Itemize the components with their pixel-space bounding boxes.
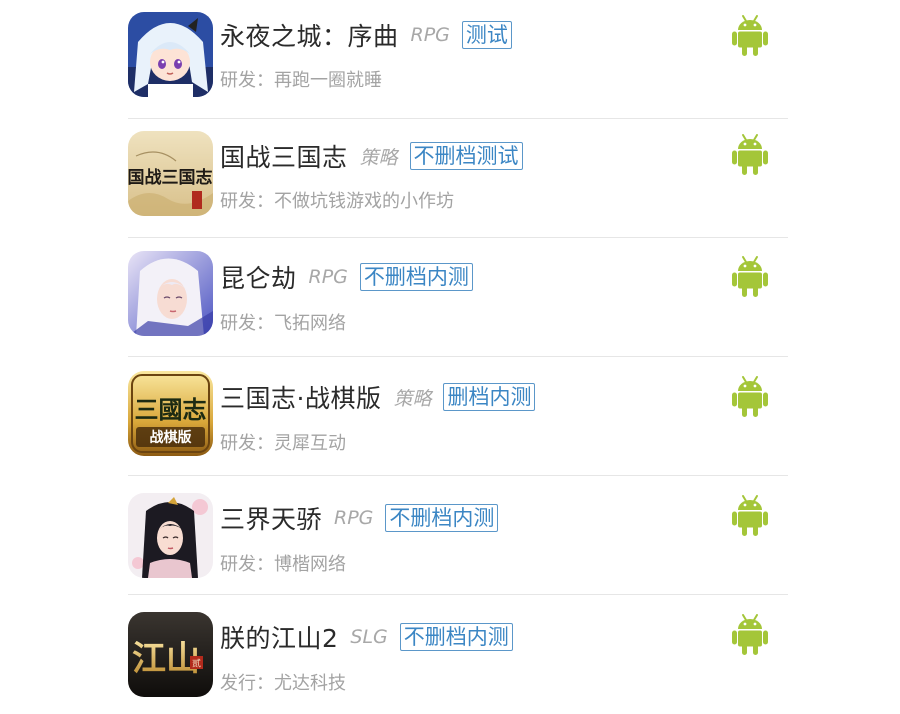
test-tag: 不删档内测 <box>385 504 499 532</box>
test-tag: 删档内测 <box>443 383 536 411</box>
android-download-icon[interactable] <box>732 14 768 56</box>
game-genre: RPG <box>334 507 374 529</box>
calligraphy-icon[interactable]: 国战三国志 <box>128 131 213 216</box>
title-line: 国战三国志 策略 不删档测试 <box>220 139 523 173</box>
svg-text:国战三国志: 国战三国志 <box>128 167 213 188</box>
developer-text: 研发：博楷网络 <box>220 554 346 575</box>
title-line: 三国志·战棋版 策略 删档内测 <box>220 379 536 415</box>
svg-text:贰: 贰 <box>192 658 201 670</box>
game-name[interactable]: 永夜之城：序曲 <box>220 17 399 53</box>
android-download-icon[interactable] <box>732 255 768 297</box>
title-line: 昆仑劫 RPG 不删档内测 <box>220 260 473 294</box>
list-item[interactable]: 三國志 战棋版 三国志·战棋版 策略 删档内测 研发：灵犀互动 <box>128 357 788 476</box>
android-download-icon[interactable] <box>732 133 768 175</box>
game-genre: RPG <box>410 24 450 46</box>
fairy-portrait-icon[interactable] <box>128 251 213 336</box>
game-name[interactable]: 三界天骄 <box>220 500 322 536</box>
jiangshan-calligraphy-icon[interactable]: 江山 贰 <box>128 612 213 697</box>
developer-text: 研发：不做坑钱游戏的小作坊 <box>220 191 454 212</box>
test-tag: 不删档测试 <box>409 142 523 170</box>
title-line: 朕的江山2 SLG 不删档内测 <box>220 620 513 654</box>
game-name[interactable]: 三国志·战棋版 <box>220 379 381 415</box>
anime-girl-icon[interactable] <box>128 12 213 97</box>
list-item[interactable]: 江山 贰 朕的江山2 SLG 不删档内测 发行：尤达科技 <box>128 595 788 714</box>
android-download-icon[interactable] <box>732 613 768 655</box>
game-genre: 策略 <box>359 146 398 169</box>
svg-text:战棋版: 战棋版 <box>150 429 192 446</box>
list-item[interactable]: 国战三国志 国战三国志 策略 不删档测试 研发：不做坑钱游戏的小作坊 <box>128 119 788 238</box>
title-line: 永夜之城：序曲 RPG 测试 <box>220 18 512 52</box>
title-line: 三界天骄 RPG 不删档内测 <box>220 500 499 536</box>
game-name[interactable]: 国战三国志 <box>220 138 348 174</box>
android-download-icon[interactable] <box>732 375 768 417</box>
developer-text: 发行：尤达科技 <box>220 673 346 694</box>
test-tag: 不删档内测 <box>359 263 473 291</box>
game-list: 永夜之城：序曲 RPG 测试 研发：再跑一圈就睡 国战三国志 国战三国志 策略 … <box>128 0 788 714</box>
game-genre: 策略 <box>393 387 432 410</box>
game-genre: SLG <box>350 626 388 648</box>
list-item[interactable]: 三界天骄 RPG 不删档内测 研发：博楷网络 <box>128 476 788 595</box>
game-name[interactable]: 朕的江山2 <box>220 619 338 655</box>
android-download-icon[interactable] <box>732 494 768 536</box>
svg-text:江山: 江山 <box>132 639 200 679</box>
sanguozhi-logo-icon[interactable]: 三國志 战棋版 <box>128 371 213 456</box>
game-name[interactable]: 昆仑劫 <box>220 259 297 295</box>
game-genre: RPG <box>308 266 348 288</box>
developer-text: 研发：再跑一圈就睡 <box>220 70 382 91</box>
list-item[interactable]: 昆仑劫 RPG 不删档内测 研发：飞拓网络 <box>128 238 788 357</box>
developer-text: 研发：灵犀互动 <box>220 433 346 454</box>
test-tag: 不删档内测 <box>399 623 513 651</box>
svg-text:三國志: 三國志 <box>135 395 207 424</box>
heroine-portrait-icon[interactable] <box>128 493 213 578</box>
test-tag: 测试 <box>461 21 512 49</box>
developer-text: 研发：飞拓网络 <box>220 313 346 334</box>
list-item[interactable]: 永夜之城：序曲 RPG 测试 研发：再跑一圈就睡 <box>128 0 788 119</box>
